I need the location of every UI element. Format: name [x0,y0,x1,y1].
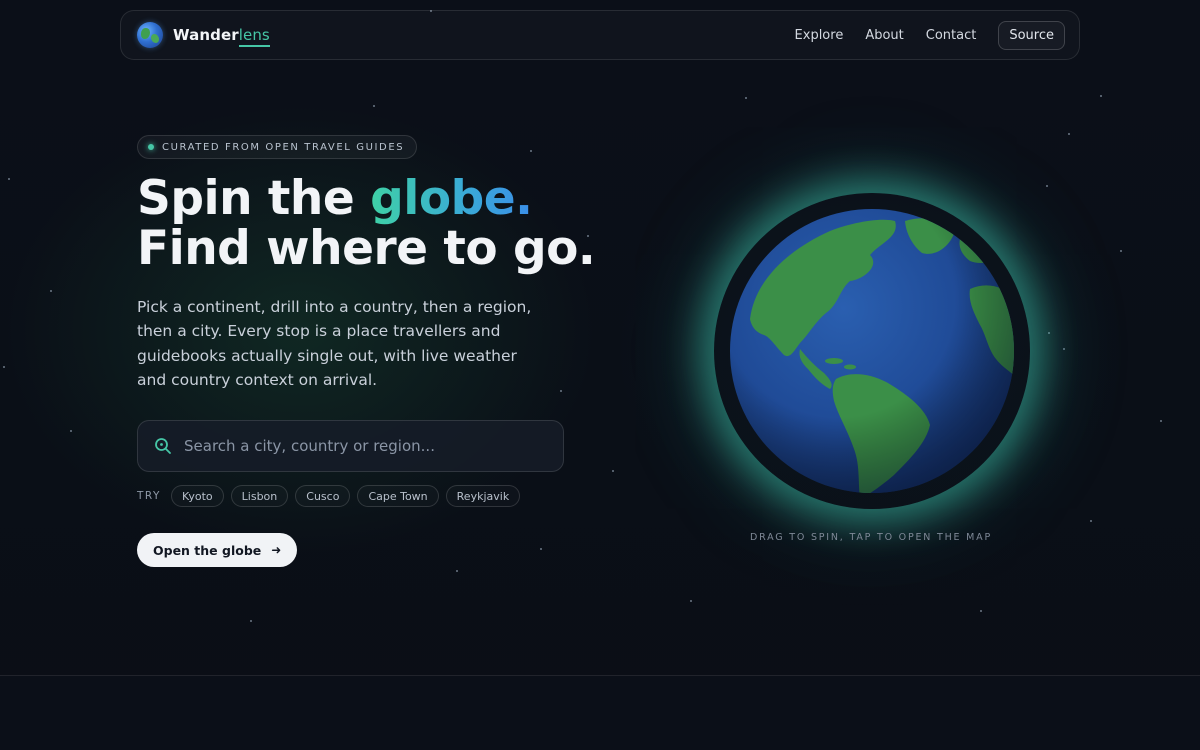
nav-link-contact[interactable]: Contact [926,28,977,43]
page-title: Spin the globe. Find where to go. [137,174,596,276]
brand-logo[interactable]: Wanderlens [137,22,270,48]
headline-plain: Spin the [137,171,371,226]
arrow-right-icon: ➜ [271,543,282,557]
suggestion-chip-cape-town[interactable]: Cape Town [357,485,439,507]
brand-name-main: Wander [173,26,239,44]
headline-line-2: Find where to go. [137,221,596,276]
search-input[interactable] [184,437,547,455]
footer-band [0,676,1200,750]
brand-name: Wanderlens [173,26,270,47]
top-nav: Wanderlens Explore About Contact Source [120,10,1080,60]
status-dot-icon [148,144,154,150]
nav-link-about[interactable]: About [865,28,903,43]
nav-link-explore[interactable]: Explore [795,28,844,43]
suggestion-row: TRY Kyoto Lisbon Cusco Cape Town Reykjav… [137,485,521,507]
brand-name-accent: lens [238,26,270,47]
headline-accent: globe. [370,171,533,226]
globe-viewer[interactable] [730,209,1014,493]
hero-badge-text: CURATED FROM OPEN TRAVEL GUIDES [162,141,405,153]
try-label: TRY [137,490,161,502]
nav-links: Explore About Contact Source [795,20,1065,50]
source-button[interactable]: Source [998,20,1065,50]
headline-line-1: Spin the globe. [137,174,595,224]
suggestion-chip-kyoto[interactable]: Kyoto [170,485,224,507]
search-box[interactable] [137,420,564,472]
hero-badge: CURATED FROM OPEN TRAVEL GUIDES [137,135,418,159]
earth-globe-icon[interactable] [730,209,1014,493]
suggestion-chip-cusco[interactable]: Cusco [295,485,351,507]
suggestion-chip-reykjavik[interactable]: Reykjavik [445,485,521,507]
suggestion-chip-lisbon[interactable]: Lisbon [230,485,289,507]
open-globe-label: Open the globe [153,542,262,558]
search-icon [155,438,171,454]
globe-logo-icon [137,22,163,48]
globe-caption: DRAG TO SPIN, TAP TO OPEN THE MAP [750,532,992,543]
hero-description: Pick a continent, drill into a country, … [137,298,532,389]
landing-page: Wanderlens Explore About Contact Source … [0,0,1200,750]
open-globe-button[interactable]: Open the globe ➜ [137,533,298,567]
